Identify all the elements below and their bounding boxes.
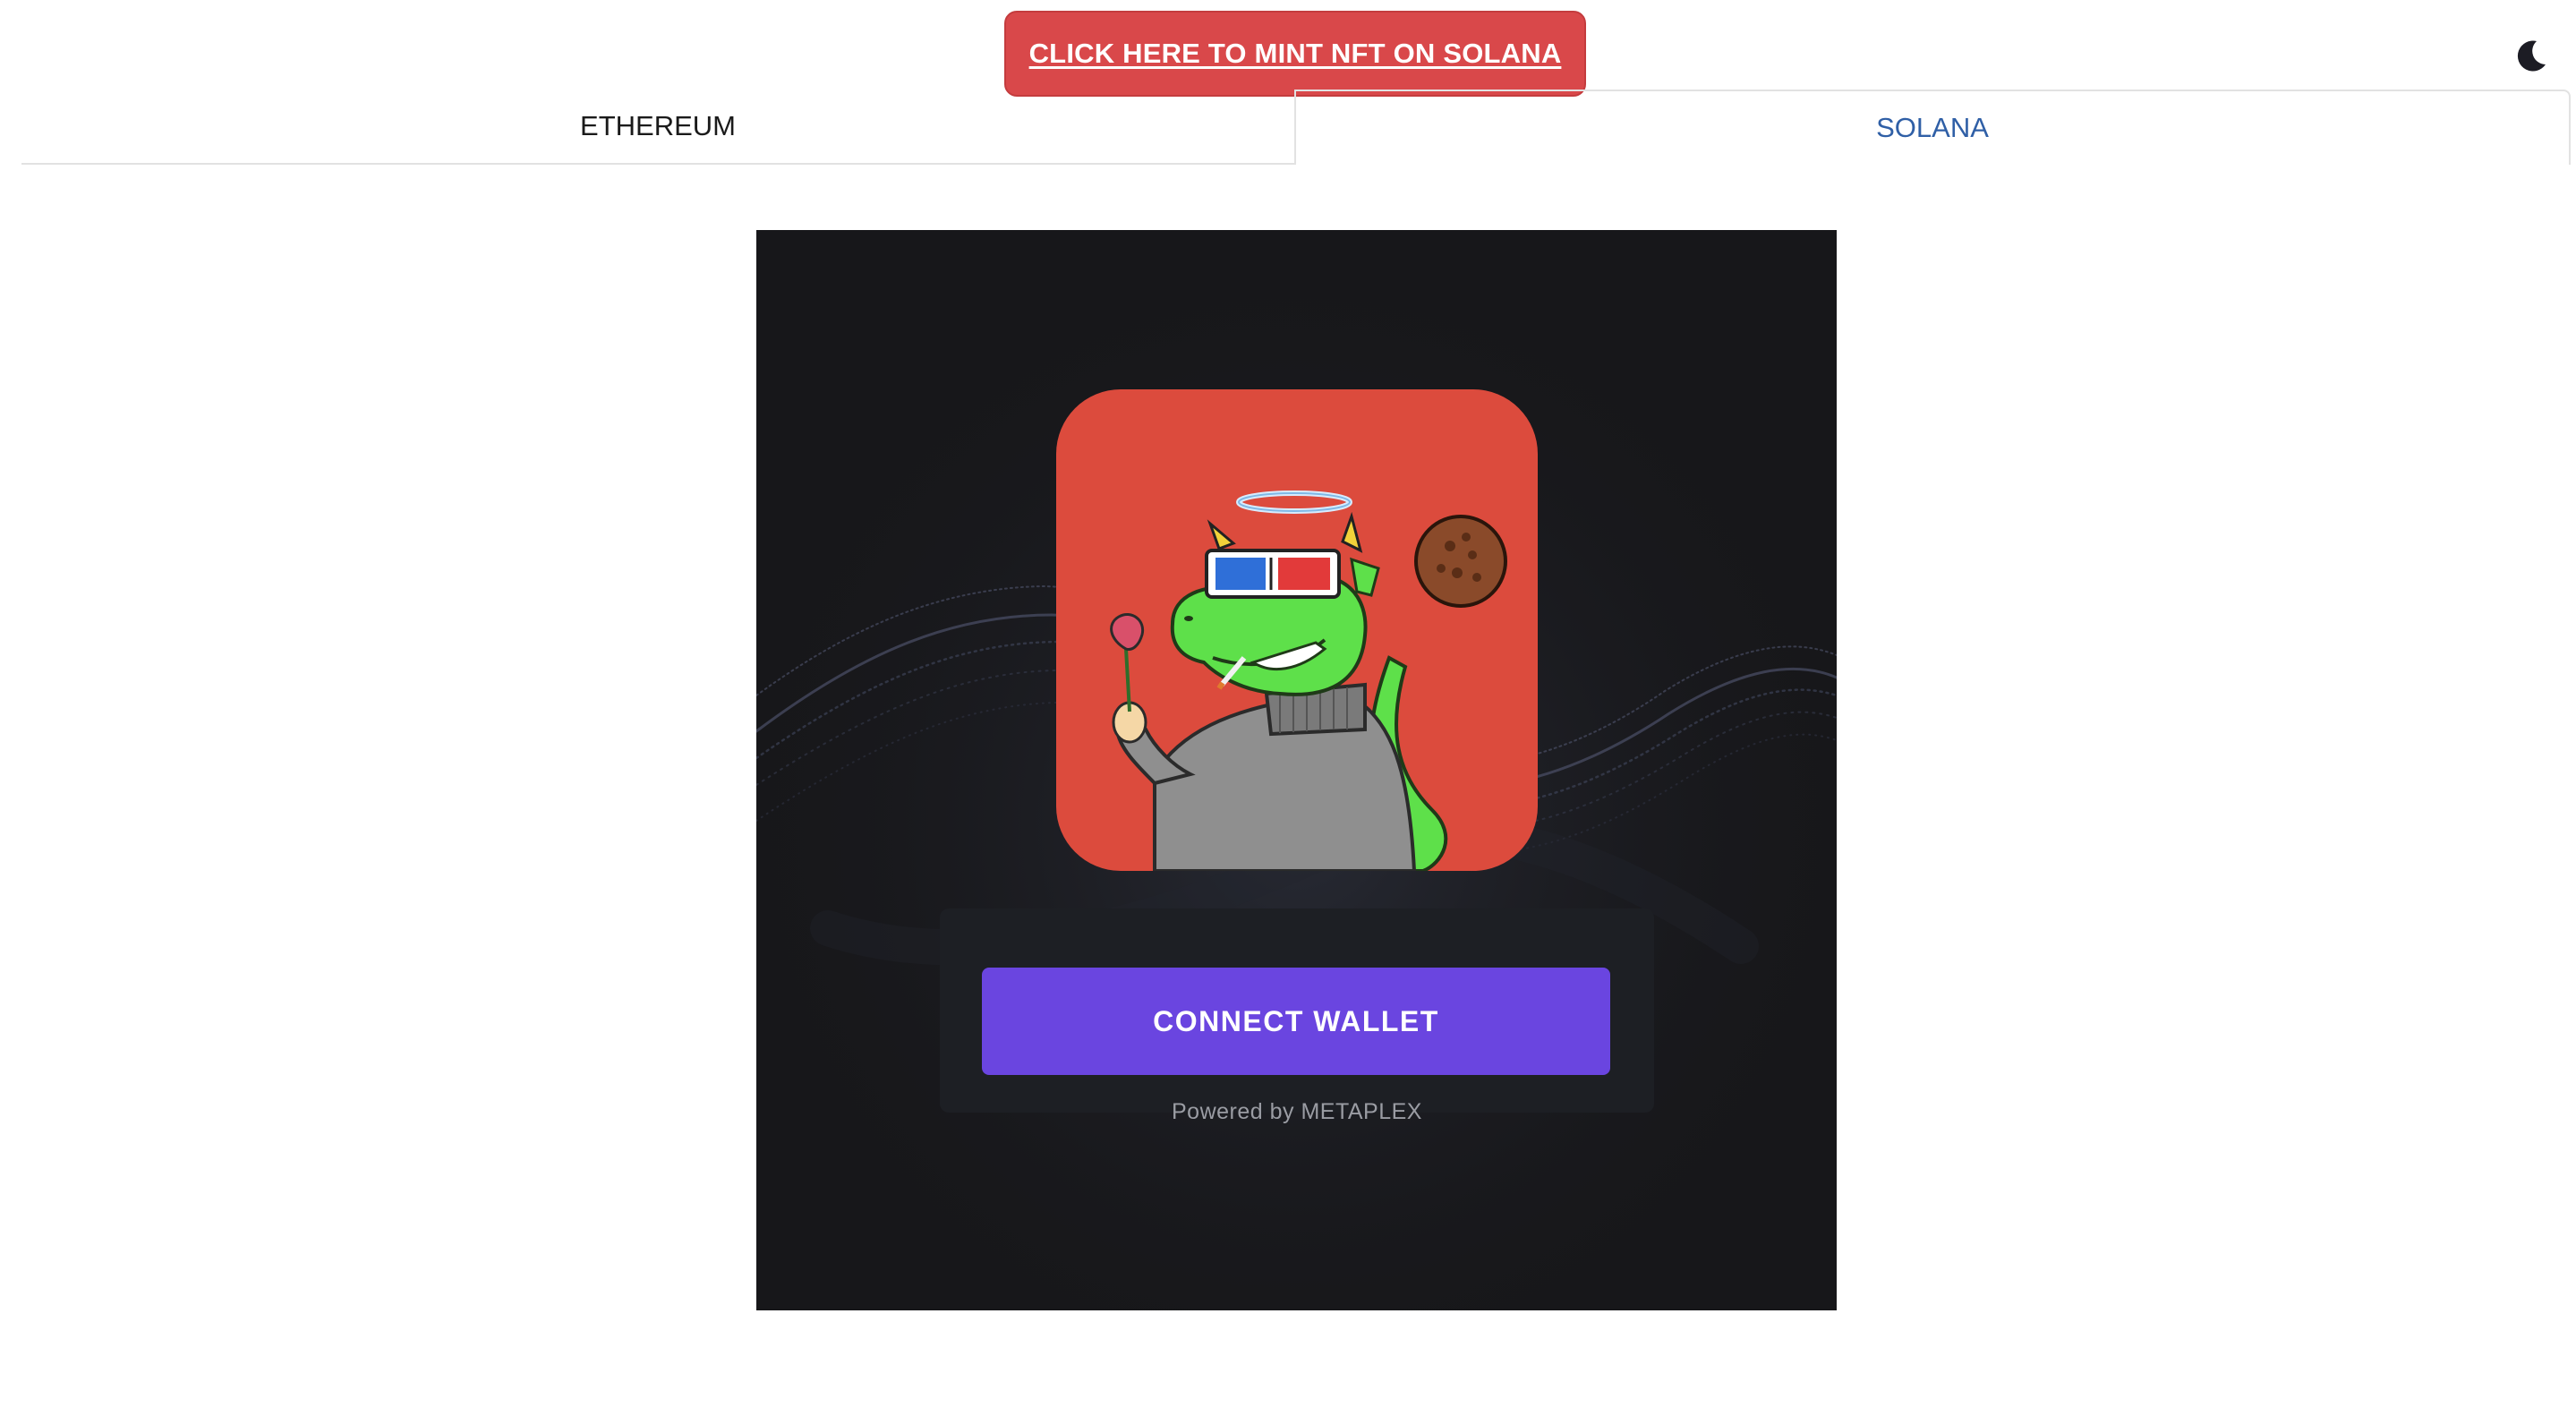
mint-panel: CONNECT WALLET Powered by METAPLEX <box>756 230 1837 1310</box>
tab-solana-label: SOLANA <box>1876 112 1989 143</box>
tab-ethereum-label: ETHEREUM <box>580 110 736 141</box>
moon-icon[interactable] <box>2513 38 2549 73</box>
connect-wallet-label[interactable]: CONNECT WALLET <box>1153 1005 1439 1038</box>
mint-nft-banner-label[interactable]: CLICK HERE TO MINT NFT ON SOLANA <box>1029 38 1562 70</box>
tab-solana[interactable]: SOLANA <box>1296 90 2571 165</box>
chain-tabs: ETHEREUM SOLANA <box>21 90 2571 165</box>
dragon-illustration <box>1110 490 1507 871</box>
mint-nft-banner-button[interactable]: CLICK HERE TO MINT NFT ON SOLANA <box>1004 11 1586 97</box>
connect-wallet-button[interactable]: CONNECT WALLET <box>982 968 1610 1075</box>
tab-ethereum[interactable]: ETHEREUM <box>21 90 1296 165</box>
nft-avatar-image <box>1056 389 1538 871</box>
powered-by-text: Powered by METAPLEX <box>1172 1099 1422 1124</box>
page: CLICK HERE TO MINT NFT ON SOLANA ETHEREU… <box>0 0 2576 1416</box>
connect-wallet-box: CONNECT WALLET <box>940 908 1654 1113</box>
theme-toggle-button[interactable] <box>2506 30 2556 81</box>
